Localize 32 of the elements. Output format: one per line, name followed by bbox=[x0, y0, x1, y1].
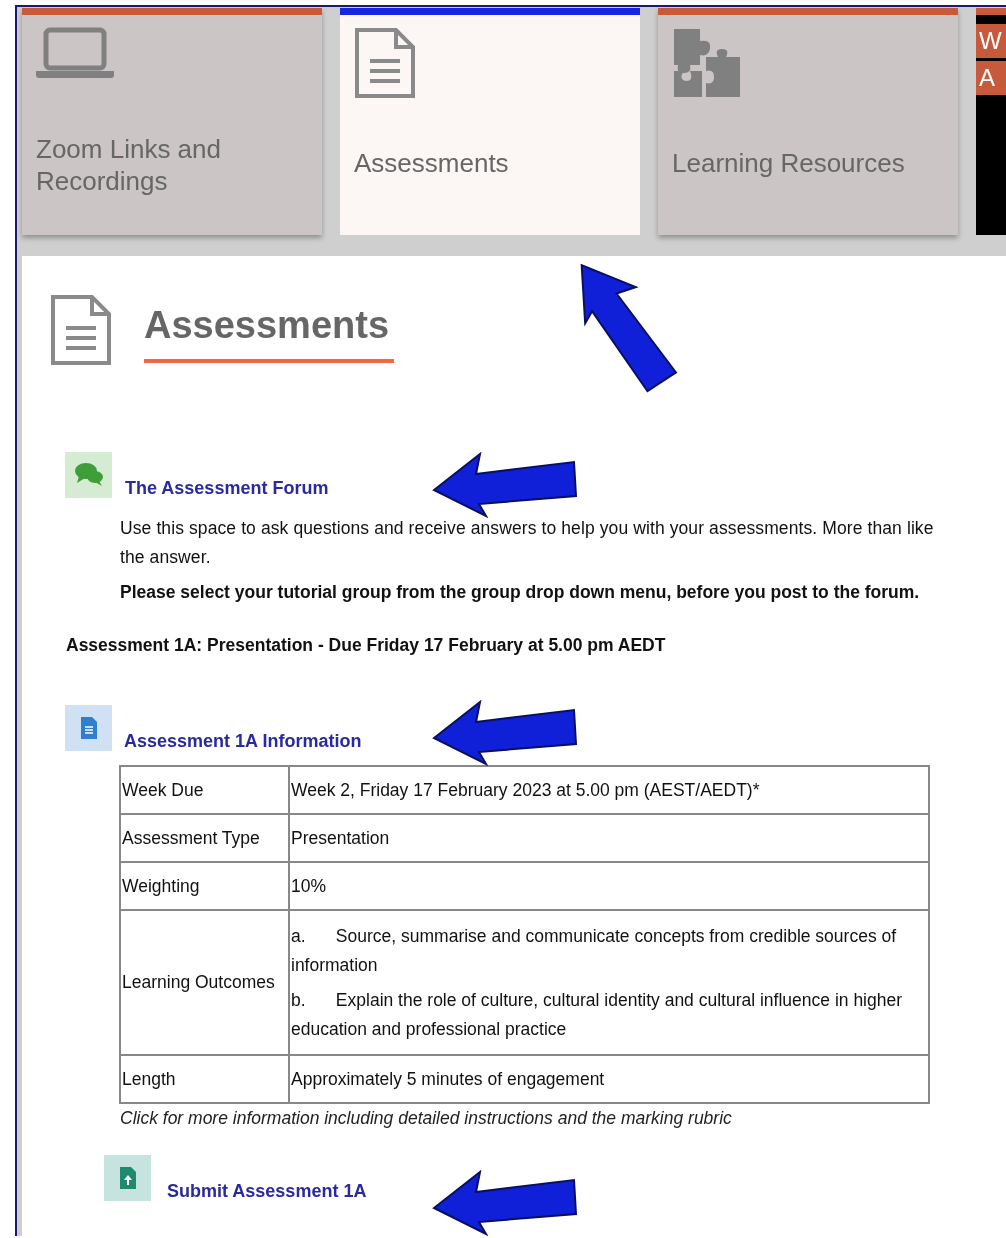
file-upload-icon bbox=[104, 1155, 151, 1201]
page-heading: Assessments bbox=[144, 304, 394, 363]
tab[interactable]: W A bbox=[976, 8, 1006, 235]
table-cell: 10% bbox=[289, 862, 929, 910]
outcome-item: b. Explain the role of culture, cultural identity and cultural influence in higher education and professional practice bbox=[291, 988, 904, 1041]
table-cell: Week Due bbox=[120, 766, 289, 814]
tab[interactable]: Assessments bbox=[340, 8, 640, 235]
table-cell: Approximately 5 minutes of engagement bbox=[289, 1055, 929, 1103]
table-cell: Learning Outcomes bbox=[120, 910, 289, 1055]
information-link[interactable]: Assessment 1A Information bbox=[124, 731, 362, 751]
puzzle-icon bbox=[672, 27, 742, 99]
forum-notice: Please select your tutorial group from the group drop down menu, before you post to the forum. bbox=[120, 582, 921, 602]
chat-icon bbox=[65, 452, 112, 498]
document-icon bbox=[65, 705, 112, 751]
tab-label: A bbox=[976, 61, 1006, 95]
tab-label: W bbox=[976, 24, 1006, 58]
assessment-title: Assessment 1A: Presentation - Due Friday 17 February at 5.00 pm AEDT bbox=[66, 635, 667, 655]
laptop-icon bbox=[36, 27, 114, 79]
document-icon bbox=[50, 294, 112, 366]
submit-link[interactable]: Submit Assessment 1A bbox=[167, 1181, 367, 1201]
forum-link[interactable]: The Assessment Forum bbox=[125, 478, 329, 498]
table-cell: Presentation bbox=[289, 814, 929, 862]
forum-description: Use this space to ask questions and receive answers to help you with your assessments. More than like bbox=[120, 517, 935, 540]
caption: Click for more information including detailed instructions and the marking rubric bbox=[120, 1108, 733, 1129]
table-cell: Assessment Type bbox=[120, 814, 289, 862]
table-cell: Length bbox=[120, 1055, 289, 1103]
document-icon bbox=[354, 27, 416, 99]
tab[interactable]: Zoom Links and Recordings bbox=[22, 8, 322, 235]
tab[interactable]: Learning Resources bbox=[658, 8, 958, 235]
table-cell: Weighting bbox=[120, 862, 289, 910]
forum-description: the answer. bbox=[120, 546, 212, 569]
table-cell: Week 2, Friday 17 February 2023 at 5.00 pm (AEST/AEDT)* bbox=[289, 766, 929, 814]
